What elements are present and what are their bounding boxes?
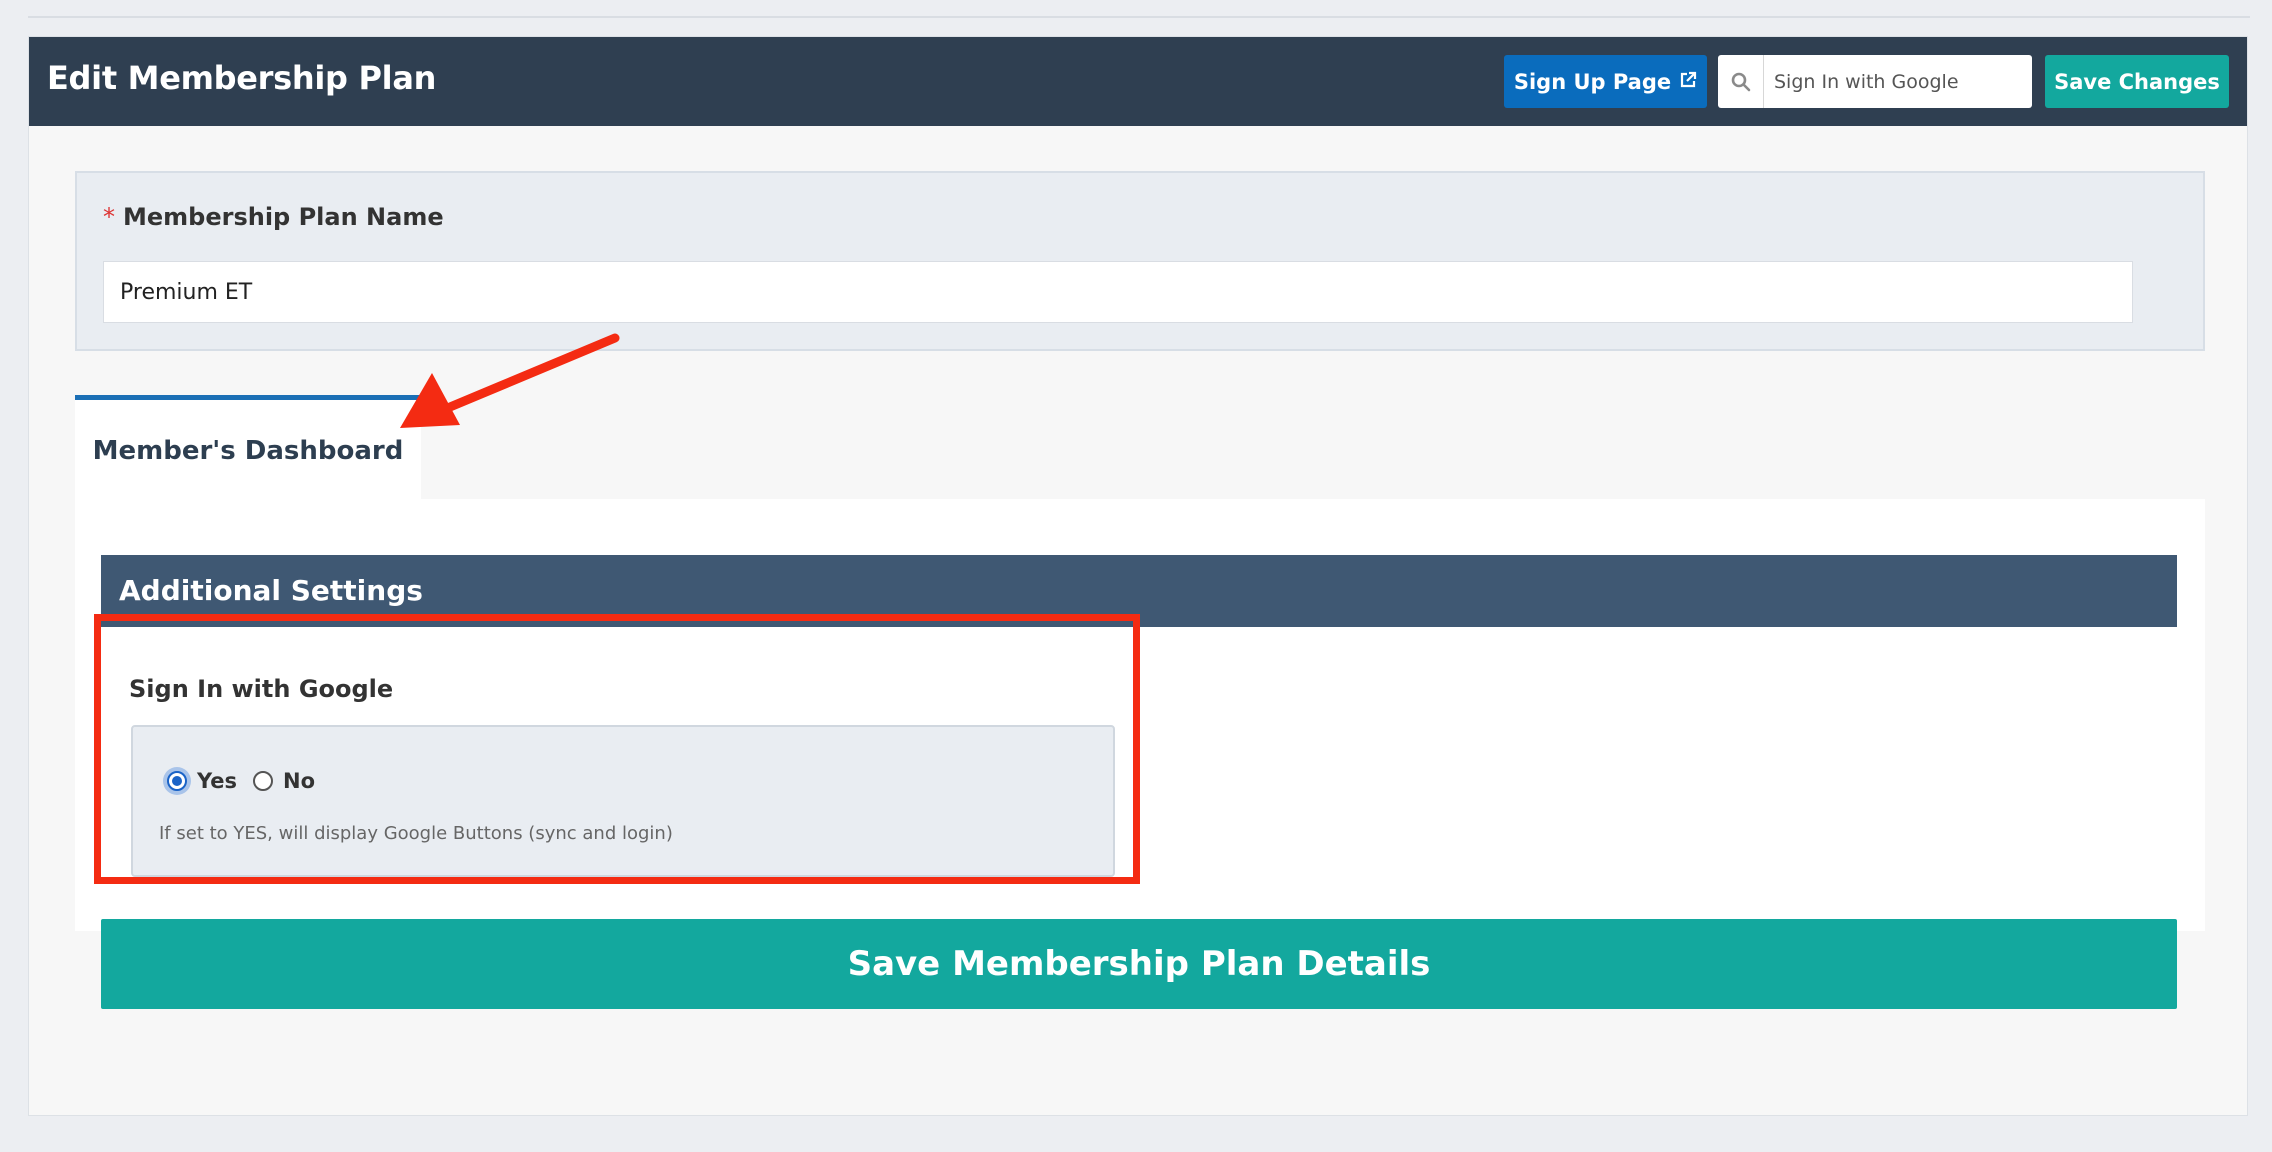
required-marker: * (103, 203, 115, 231)
tab-members-dashboard[interactable]: Member's Dashboard (75, 395, 421, 501)
page-title: Edit Membership Plan (47, 59, 437, 97)
plan-name-panel: * Membership Plan Name (75, 171, 2205, 351)
arrow-icon (400, 333, 620, 428)
annotation-highlight-box (94, 614, 1140, 884)
tab-label: Member's Dashboard (92, 435, 404, 466)
search-icon[interactable] (1718, 55, 1764, 108)
top-divider (28, 16, 2250, 18)
sign-up-page-label: Sign Up Page (1513, 69, 1672, 94)
section-title: Additional Settings (119, 574, 423, 607)
sign-up-page-button[interactable]: Sign Up Page (1504, 55, 1707, 108)
external-link-icon (1679, 70, 1697, 94)
page-header: Edit Membership Plan Sign Up Page Save C… (29, 37, 2247, 126)
save-membership-plan-button[interactable]: Save Membership Plan Details (101, 919, 2177, 1009)
save-changes-button[interactable]: Save Changes (2045, 55, 2229, 108)
edit-plan-card: Edit Membership Plan Sign Up Page Save C… (28, 36, 2248, 1116)
search-box (1718, 55, 2032, 108)
plan-name-input[interactable] (103, 261, 2133, 323)
search-input[interactable] (1764, 55, 2032, 108)
plan-name-label: * Membership Plan Name (103, 203, 444, 231)
plan-name-label-text: Membership Plan Name (123, 203, 444, 231)
